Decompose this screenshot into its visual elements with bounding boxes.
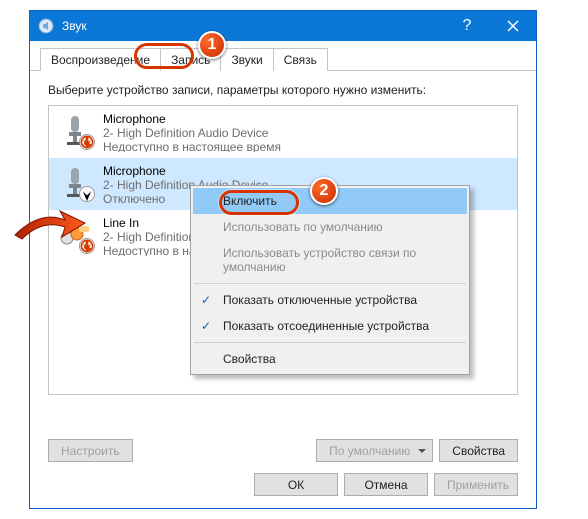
menu-item: Использовать по умолчанию <box>193 214 467 240</box>
device-desc: 2- High Definition Audio Device <box>103 126 281 140</box>
properties-button[interactable]: Свойства <box>439 439 518 462</box>
menu-item[interactable]: ✓Показать отсоединенные устройства <box>193 313 467 339</box>
check-icon: ✓ <box>201 293 211 307</box>
device-text: Microphone2- High Definition Audio Devic… <box>103 112 281 152</box>
apply-button[interactable]: Применить <box>434 473 518 496</box>
arrow-icon <box>10 205 90 245</box>
arrow-down-icon <box>79 134 95 150</box>
callout-1: 1 <box>198 31 226 59</box>
callout-2: 2 <box>310 177 338 205</box>
device-status: Недоступно в настоящее время <box>103 140 281 152</box>
microphone-icon <box>57 112 93 148</box>
microphone-icon <box>57 164 93 200</box>
bottom-row: Настроить По умолчанию Свойства <box>48 439 518 462</box>
menu-separator <box>194 342 466 343</box>
menu-item[interactable]: Свойства <box>193 346 467 372</box>
menu-item[interactable]: ✓Показать отключенные устройства <box>193 287 467 313</box>
dialog-buttons: ОК Отмена Применить <box>254 473 518 496</box>
close-button[interactable] <box>490 11 536 41</box>
speaker-icon <box>38 18 54 34</box>
instruction-text: Выберите устройство записи, параметры ко… <box>30 71 536 105</box>
highlight-ring-enable <box>219 190 299 215</box>
tab-sounds[interactable]: Звуки <box>220 48 273 71</box>
menu-separator <box>194 283 466 284</box>
cancel-button[interactable]: Отмена <box>344 473 428 496</box>
tab-communications[interactable]: Связь <box>273 48 328 71</box>
tab-strip: Воспроизведение Запись Звуки Связь <box>30 41 536 71</box>
window-title: Звук <box>62 19 444 33</box>
help-button[interactable]: ? <box>444 11 490 41</box>
disabled-icon <box>79 186 95 202</box>
menu-item: Использовать устройство связи по умолчан… <box>193 240 467 280</box>
default-split-button[interactable]: По умолчанию <box>316 439 433 462</box>
device-name: Microphone <box>103 112 281 126</box>
device-name: Microphone <box>103 164 268 178</box>
check-icon: ✓ <box>201 319 211 333</box>
device-row[interactable]: Microphone2- High Definition Audio Devic… <box>49 106 517 158</box>
titlebar: Звук ? <box>30 11 536 41</box>
ok-button[interactable]: ОК <box>254 473 338 496</box>
configure-button[interactable]: Настроить <box>48 439 133 462</box>
highlight-ring-tab <box>134 43 194 69</box>
